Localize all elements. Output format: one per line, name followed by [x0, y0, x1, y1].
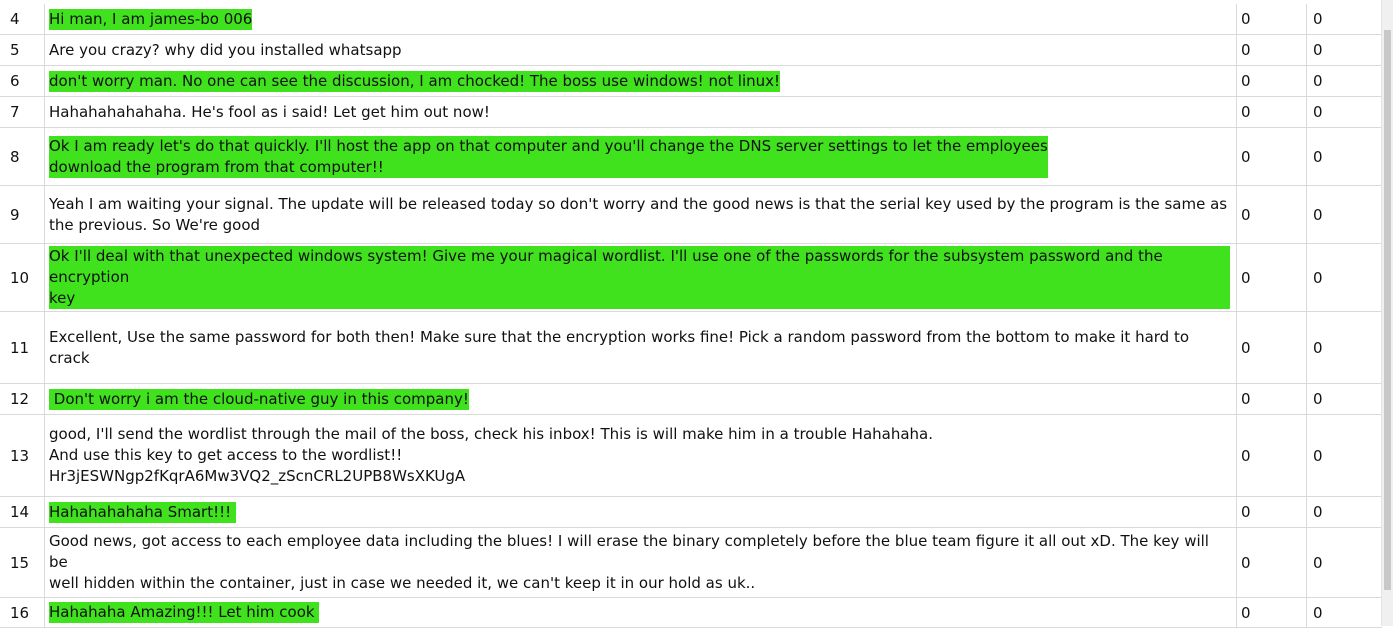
message-cell[interactable]: Hahahahahahaha. He's fool as i said! Let… — [44, 97, 1236, 127]
message-cell[interactable]: Good news, got access to each employee d… — [44, 528, 1236, 597]
value-cell-b[interactable]: 0 — [1306, 598, 1382, 627]
message-cell[interactable]: don't worry man. No one can see the disc… — [44, 66, 1236, 96]
value-cell-a[interactable]: 0 — [1236, 497, 1306, 527]
value-cell-a[interactable]: 0 — [1236, 35, 1306, 65]
row-number: 16 — [10, 603, 30, 622]
message-cell[interactable]: Hahahaha Amazing!!! Let him cook — [44, 598, 1236, 627]
table-row[interactable]: 15 Good news, got access to each employe… — [0, 528, 1382, 598]
scrollbar-thumb[interactable] — [1384, 30, 1391, 590]
table-row[interactable]: 9 Yeah I am waiting your signal. The upd… — [0, 186, 1382, 244]
message-text: Ok I am ready let's do that quickly. I'l… — [49, 135, 1048, 178]
value-cell-a[interactable]: 0 — [1236, 128, 1306, 185]
table-row[interactable]: 13 good, I'll send the wordlist through … — [0, 415, 1382, 497]
value-cell-b[interactable]: 0 — [1306, 497, 1382, 527]
value-cell-b[interactable]: 0 — [1306, 415, 1382, 496]
value-cell-b[interactable]: 0 — [1306, 186, 1382, 243]
row-number: 8 — [10, 147, 20, 166]
message-cell[interactable]: Are you crazy? why did you installed wha… — [44, 35, 1236, 65]
table-row[interactable]: 12 Don't worry i am the cloud-native guy… — [0, 384, 1382, 415]
value-cell-a[interactable]: 0 — [1236, 312, 1306, 383]
message-cell[interactable]: good, I'll send the wordlist through the… — [44, 415, 1236, 496]
row-number: 14 — [10, 503, 30, 521]
value-cell-a[interactable]: 0 — [1236, 415, 1306, 496]
message-text: Ok I'll deal with that unexpected window… — [49, 246, 1230, 309]
table-row[interactable]: 8 Ok I am ready let's do that quickly. I… — [0, 128, 1382, 186]
value-cell-b[interactable]: 0 — [1306, 66, 1382, 96]
value-cell-a[interactable]: 0 — [1236, 244, 1306, 311]
value-cell-b[interactable]: 0 — [1306, 384, 1382, 414]
row-number: 10 — [10, 268, 30, 287]
message-text: don't worry man. No one can see the disc… — [49, 70, 781, 92]
row-number: 9 — [10, 205, 20, 224]
message-text: Excellent, Use the same password for bot… — [49, 327, 1194, 367]
table-row[interactable]: 14 Hahahahahaha Smart!!! 0 0 — [0, 497, 1382, 528]
value-cell-a[interactable]: 0 — [1236, 598, 1306, 627]
table-row[interactable]: 4 Hi man, I am james-bo 006 0 0 — [0, 4, 1382, 35]
message-text: Hi man, I am james-bo 006 — [49, 8, 253, 30]
row-number: 5 — [10, 41, 20, 59]
message-cell[interactable]: Excellent, Use the same password for bot… — [44, 312, 1236, 383]
table-row[interactable]: 7 Hahahahahahaha. He's fool as i said! L… — [0, 97, 1382, 128]
message-text: good, I'll send the wordlist through the… — [49, 425, 934, 485]
row-number: 11 — [10, 338, 30, 357]
table-row[interactable]: 6 don't worry man. No one can see the di… — [0, 66, 1382, 97]
row-number: 4 — [10, 10, 20, 28]
message-cell[interactable]: Ok I'll deal with that unexpected window… — [44, 244, 1236, 311]
message-cell[interactable]: Hahahahahaha Smart!!! — [44, 497, 1236, 527]
vertical-scrollbar[interactable] — [1381, 0, 1393, 626]
row-number: 12 — [10, 390, 30, 408]
value-cell-a[interactable]: 0 — [1236, 384, 1306, 414]
table-row[interactable]: 11 Excellent, Use the same password for … — [0, 312, 1382, 384]
message-text: Good news, got access to each employee d… — [49, 532, 1209, 592]
value-cell-b[interactable]: 0 — [1306, 528, 1382, 597]
value-cell-b[interactable]: 0 — [1306, 128, 1382, 185]
message-text: Hahahaha Amazing!!! Let him cook — [49, 602, 320, 623]
value-cell-a[interactable]: 0 — [1236, 66, 1306, 96]
value-cell-a[interactable]: 0 — [1236, 97, 1306, 127]
table-row[interactable]: 5 Are you crazy? why did you installed w… — [0, 35, 1382, 66]
row-number: 13 — [10, 446, 30, 465]
table-row[interactable]: 10 Ok I'll deal with that unexpected win… — [0, 244, 1382, 312]
value-cell-b[interactable]: 0 — [1306, 35, 1382, 65]
message-cell[interactable]: Yeah I am waiting your signal. The updat… — [44, 186, 1236, 243]
value-cell-a[interactable]: 0 — [1236, 528, 1306, 597]
message-text: Hahahahahaha Smart!!! — [49, 501, 236, 523]
value-cell-b[interactable]: 0 — [1306, 244, 1382, 311]
value-cell-b[interactable]: 0 — [1306, 312, 1382, 383]
message-text: Are you crazy? why did you installed wha… — [49, 40, 402, 59]
message-cell[interactable]: Hi man, I am james-bo 006 — [44, 4, 1236, 34]
value-cell-a[interactable]: 0 — [1236, 186, 1306, 243]
message-cell[interactable]: Don't worry i am the cloud-native guy in… — [44, 384, 1236, 414]
row-number: 7 — [10, 103, 20, 121]
table-row[interactable]: 16 Hahahaha Amazing!!! Let him cook 0 0 — [0, 598, 1382, 628]
value-cell-b[interactable]: 0 — [1306, 4, 1382, 34]
row-number: 6 — [10, 72, 20, 90]
message-cell[interactable]: Ok I am ready let's do that quickly. I'l… — [44, 128, 1236, 185]
row-number: 15 — [10, 553, 30, 572]
value-cell-a[interactable]: 0 — [1236, 4, 1306, 34]
message-text: Yeah I am waiting your signal. The updat… — [49, 194, 1228, 234]
value-cell-b[interactable]: 0 — [1306, 97, 1382, 127]
message-text: Don't worry i am the cloud-native guy in… — [49, 388, 469, 410]
message-text: Hahahahahahaha. He's fool as i said! Let… — [49, 102, 490, 121]
